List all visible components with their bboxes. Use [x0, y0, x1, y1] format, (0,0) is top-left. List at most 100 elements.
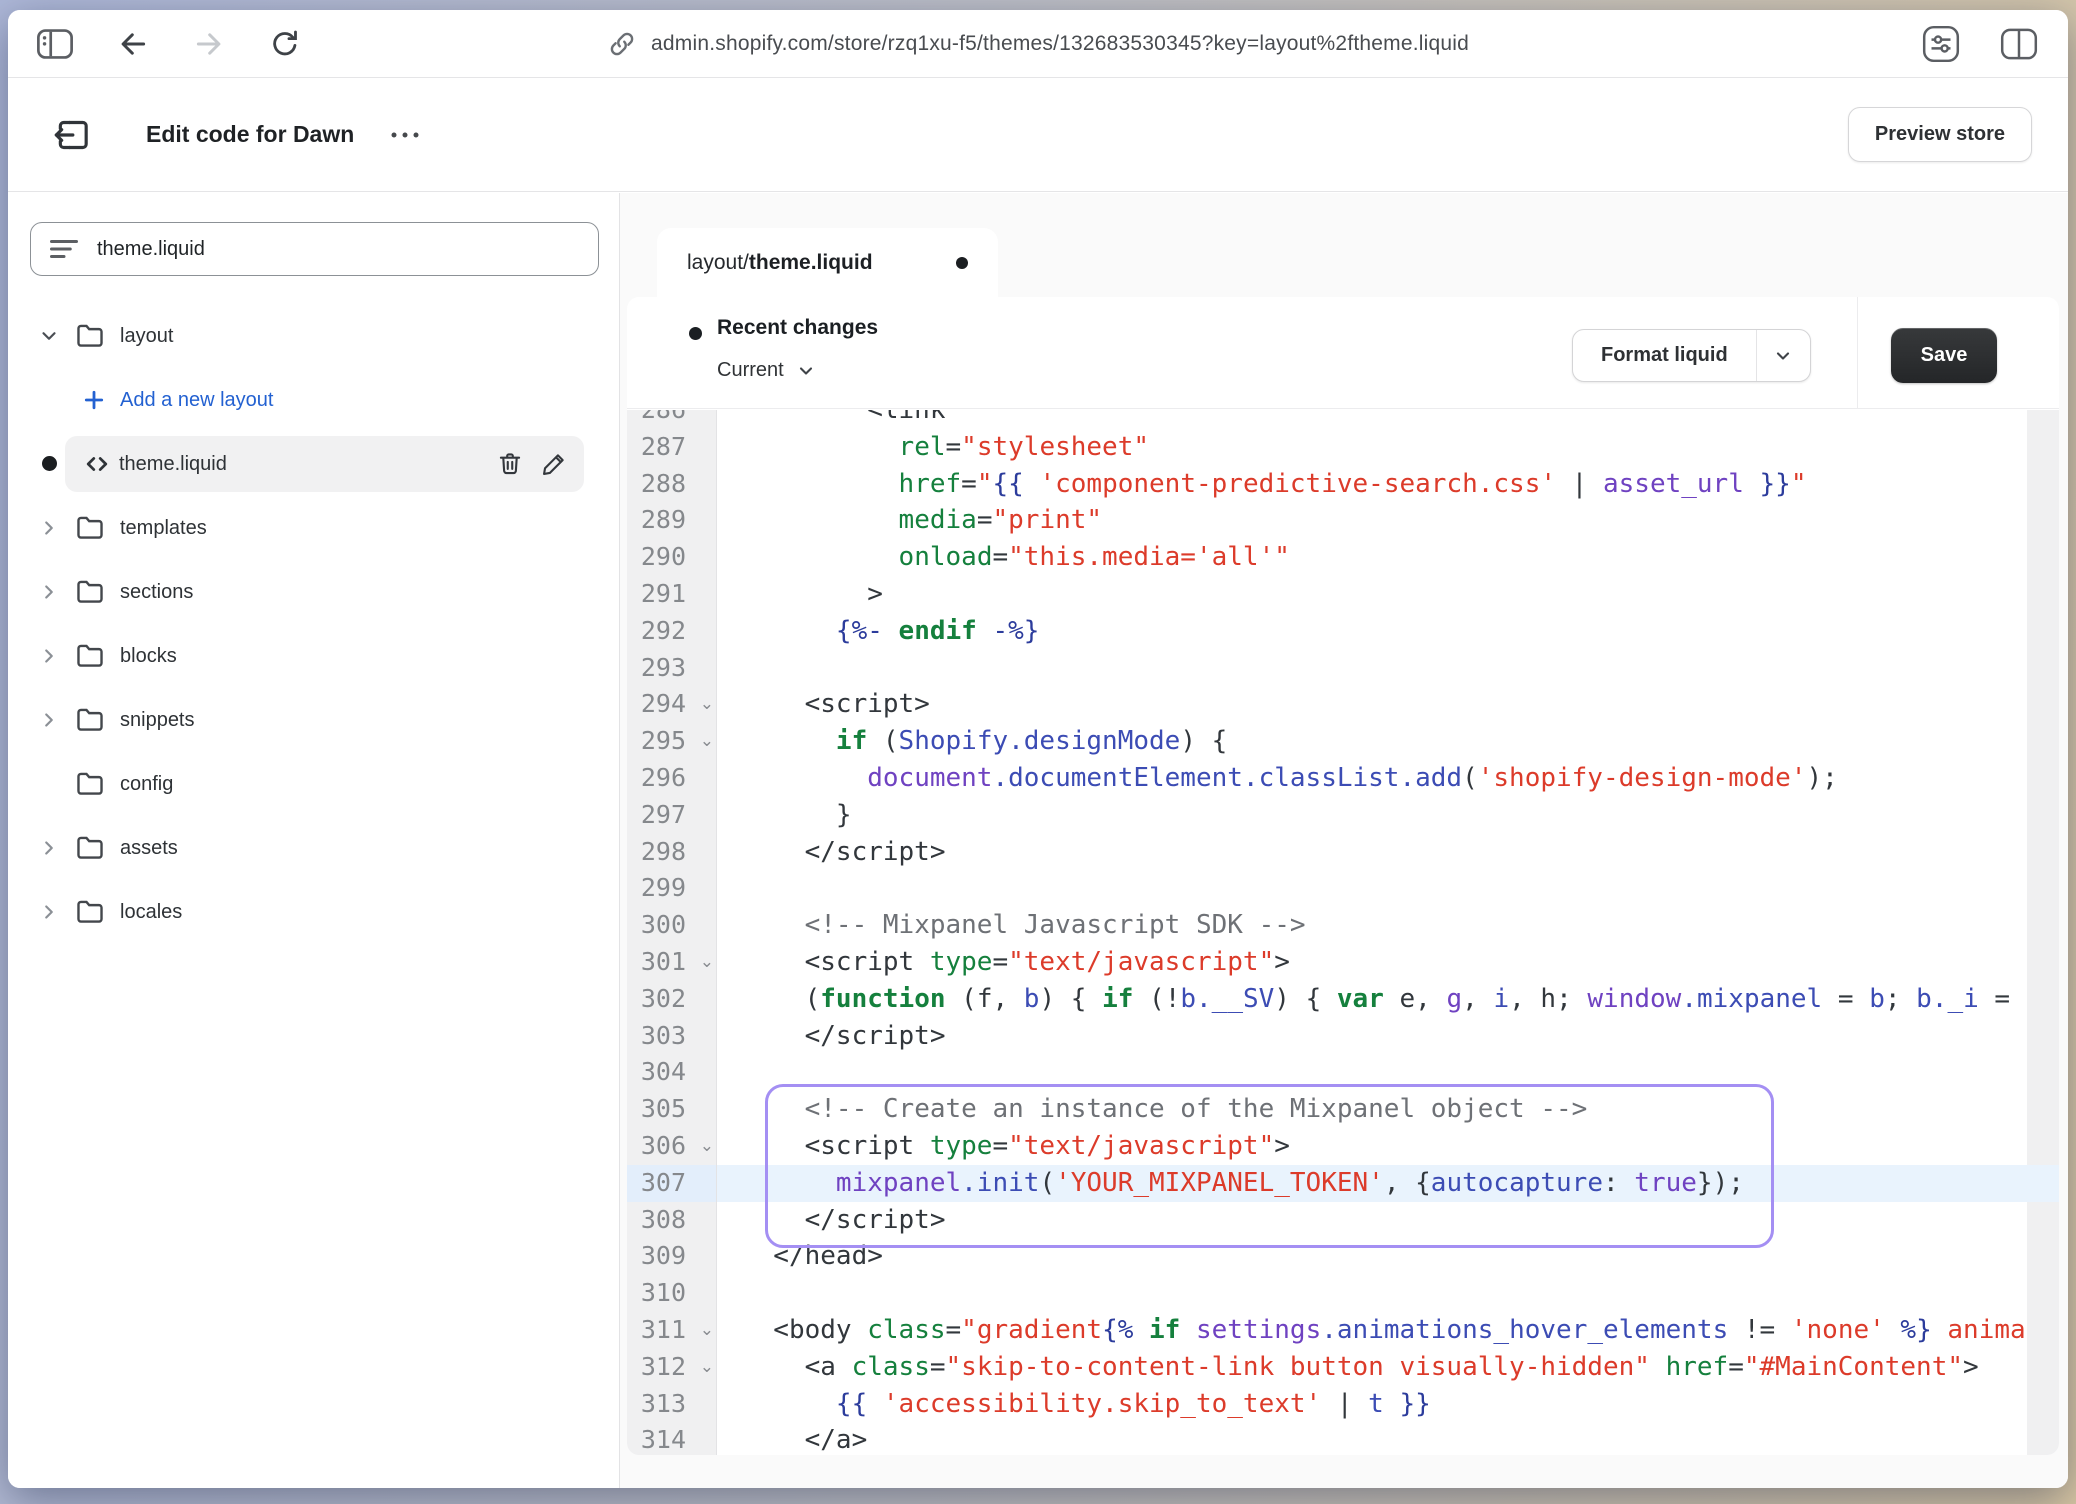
sidebar-action-add-a-new-layout[interactable]: Add a new layout: [8, 368, 619, 432]
scrollbar-track[interactable]: [2027, 613, 2059, 650]
more-actions-icon[interactable]: [388, 129, 422, 141]
code-line[interactable]: 312⌄ <a class="skip-to-content-link butt…: [627, 1349, 2059, 1386]
code-text[interactable]: >: [717, 576, 2027, 613]
scrollbar-track[interactable]: [2027, 723, 2059, 760]
code-text[interactable]: [717, 1054, 2027, 1091]
sidebar-item-config[interactable]: config: [8, 752, 619, 816]
scrollbar-track[interactable]: [2027, 410, 2059, 429]
code-text[interactable]: href="{{ 'component-predictive-search.cs…: [717, 466, 2027, 503]
code-text[interactable]: mixpanel.init('YOUR_MIXPANEL_TOKEN', {au…: [717, 1165, 2027, 1202]
code-line[interactable]: 304: [627, 1054, 2059, 1091]
code-text[interactable]: {%- endif -%}: [717, 613, 2027, 650]
code-line[interactable]: 301⌄ <script type="text/javascript">: [627, 944, 2059, 981]
scrollbar-track[interactable]: [2027, 429, 2059, 466]
exit-icon[interactable]: [52, 115, 92, 155]
code-editor[interactable]: 286 <link287 rel="stylesheet"288 href="{…: [627, 410, 2059, 1455]
code-line[interactable]: 287 rel="stylesheet": [627, 429, 2059, 466]
sidebar-item-templates[interactable]: templates: [8, 496, 619, 560]
scrollbar-track[interactable]: [2027, 576, 2059, 613]
sidebar-item-locales[interactable]: locales: [8, 880, 619, 944]
code-line[interactable]: 290 onload="this.media='all'": [627, 539, 2059, 576]
code-line[interactable]: 298 </script>: [627, 834, 2059, 871]
scrollbar-track[interactable]: [2027, 944, 2059, 981]
scrollbar-track[interactable]: [2027, 1238, 2059, 1275]
code-line[interactable]: 297 }: [627, 797, 2059, 834]
version-dropdown[interactable]: Current: [717, 359, 816, 382]
scrollbar-track[interactable]: [2027, 1018, 2059, 1055]
code-line[interactable]: 310: [627, 1275, 2059, 1312]
code-line[interactable]: 314 </a>: [627, 1422, 2059, 1455]
sidebar-item-assets[interactable]: assets: [8, 816, 619, 880]
scrollbar-track[interactable]: [2027, 760, 2059, 797]
scrollbar-track[interactable]: [2027, 650, 2059, 687]
code-line[interactable]: 307 mixpanel.init('YOUR_MIXPANEL_TOKEN',…: [627, 1165, 2059, 1202]
address-bar[interactable]: admin.shopify.com/store/rzq1xu-f5/themes…: [607, 10, 1469, 77]
code-line[interactable]: 305 <!-- Create an instance of the Mixpa…: [627, 1091, 2059, 1128]
code-line[interactable]: 308 </script>: [627, 1202, 2059, 1239]
code-text[interactable]: rel="stylesheet": [717, 429, 2027, 466]
code-text[interactable]: <script type="text/javascript">: [717, 944, 2027, 981]
code-text[interactable]: <a class="skip-to-content-link button vi…: [717, 1349, 2027, 1386]
code-line[interactable]: 291 >: [627, 576, 2059, 613]
scrollbar-track[interactable]: [2027, 981, 2059, 1018]
scrollbar-track[interactable]: [2027, 539, 2059, 576]
code-text[interactable]: <script type="text/javascript">: [717, 1128, 2027, 1165]
scrollbar-track[interactable]: [2027, 1275, 2059, 1312]
code-text[interactable]: <!-- Create an instance of the Mixpanel …: [717, 1091, 2027, 1128]
code-text[interactable]: </script>: [717, 1202, 2027, 1239]
scrollbar-track[interactable]: [2027, 1091, 2059, 1128]
scrollbar-track[interactable]: [2027, 797, 2059, 834]
rename-icon[interactable]: [540, 450, 568, 478]
code-line[interactable]: 295⌄ if (Shopify.designMode) {: [627, 723, 2059, 760]
forward-icon[interactable]: [192, 27, 226, 61]
fold-toggle-icon[interactable]: ⌄: [700, 944, 714, 981]
file-search-box[interactable]: [30, 222, 599, 276]
code-line[interactable]: 311⌄ <body class="gradient{% if settings…: [627, 1312, 2059, 1349]
code-text[interactable]: }: [717, 797, 2027, 834]
code-line[interactable]: 306⌄ <script type="text/javascript">: [627, 1128, 2059, 1165]
code-text[interactable]: onload="this.media='all'": [717, 539, 2027, 576]
sidebar-item-layout[interactable]: layout: [8, 304, 619, 368]
fold-toggle-icon[interactable]: ⌄: [700, 723, 714, 760]
code-line[interactable]: 289 media="print": [627, 502, 2059, 539]
fold-toggle-icon[interactable]: ⌄: [700, 1312, 714, 1349]
format-liquid-button[interactable]: Format liquid: [1572, 329, 1811, 382]
scrollbar-track[interactable]: [2027, 1386, 2059, 1423]
delete-icon[interactable]: [496, 450, 524, 478]
selected-file-row[interactable]: theme.liquid: [65, 436, 584, 492]
scrollbar-track[interactable]: [2027, 502, 2059, 539]
code-line[interactable]: 296 document.documentElement.classList.a…: [627, 760, 2059, 797]
code-text[interactable]: <!-- Mixpanel Javascript SDK -->: [717, 907, 2027, 944]
code-line[interactable]: 309 </head>: [627, 1238, 2059, 1275]
scrollbar-track[interactable]: [2027, 907, 2059, 944]
save-button[interactable]: Save: [1891, 328, 1997, 383]
code-line[interactable]: 294⌄ <script>: [627, 686, 2059, 723]
scrollbar-track[interactable]: [2027, 1312, 2059, 1349]
code-line[interactable]: 286 <link: [627, 410, 2059, 429]
scrollbar-track[interactable]: [2027, 1202, 2059, 1239]
code-text[interactable]: </a>: [717, 1422, 2027, 1455]
code-text[interactable]: media="print": [717, 502, 2027, 539]
code-text[interactable]: document.documentElement.classList.add('…: [717, 760, 2027, 797]
reload-icon[interactable]: [268, 27, 302, 61]
rename-file-button[interactable]: [540, 450, 568, 478]
preview-store-button[interactable]: Preview store: [1848, 107, 2032, 162]
scrollbar-track[interactable]: [2027, 834, 2059, 871]
fold-toggle-icon[interactable]: ⌄: [700, 1128, 714, 1165]
code-text[interactable]: if (Shopify.designMode) {: [717, 723, 2027, 760]
code-line[interactable]: 299: [627, 870, 2059, 907]
code-line[interactable]: 313 {{ 'accessibility.skip_to_text' | t …: [627, 1386, 2059, 1423]
scrollbar-track[interactable]: [2027, 1422, 2059, 1455]
back-icon[interactable]: [116, 27, 150, 61]
code-line[interactable]: 288 href="{{ 'component-predictive-searc…: [627, 466, 2059, 503]
code-line[interactable]: 293: [627, 650, 2059, 687]
code-text[interactable]: [717, 1275, 2027, 1312]
scrollbar-track[interactable]: [2027, 466, 2059, 503]
scrollbar-track[interactable]: [2027, 686, 2059, 723]
code-text[interactable]: [717, 650, 2027, 687]
code-text[interactable]: </script>: [717, 1018, 2027, 1055]
sidebar-toggle-icon[interactable]: [36, 27, 74, 61]
delete-file-button[interactable]: [496, 450, 524, 478]
scrollbar-track[interactable]: [2027, 1165, 2059, 1202]
extensions-icon[interactable]: [1922, 25, 1960, 63]
